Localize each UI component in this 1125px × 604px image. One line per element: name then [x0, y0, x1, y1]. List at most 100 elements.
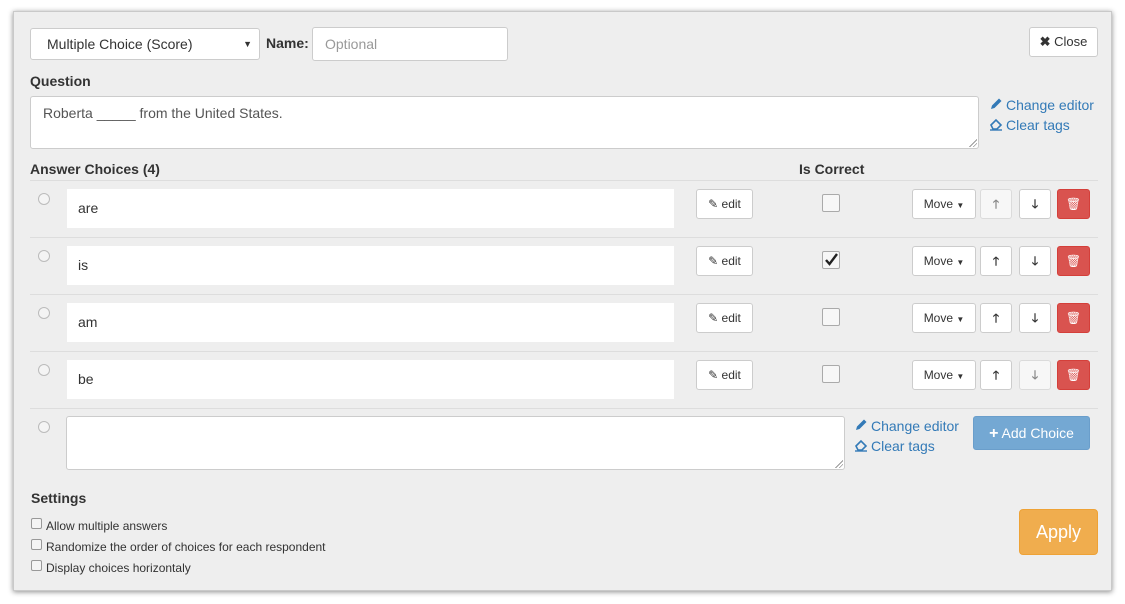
close-button-label: Close [1054, 34, 1088, 49]
edit-button-label: edit [721, 368, 741, 382]
add-choice-button[interactable]: + Add Choice [973, 416, 1090, 450]
resize-handle-icon[interactable] [969, 139, 977, 147]
new-choice-text-area[interactable] [66, 416, 845, 470]
edit-button[interactable]: ✎ edit [696, 189, 753, 219]
pencil-icon: ✎ [708, 254, 719, 268]
trash-icon: 🗑 [1065, 197, 1082, 211]
is-correct-checkbox[interactable] [822, 194, 840, 212]
question-label: Question [30, 73, 91, 89]
move-button[interactable]: Move ▼ [912, 189, 976, 219]
caret-down-icon: ▼ [956, 201, 965, 210]
close-icon: ✖ [1039, 34, 1051, 49]
move-button-label: Move [923, 197, 954, 211]
arrow-down-icon: 🡓 [1031, 197, 1039, 211]
edit-button[interactable]: ✎ edit [696, 303, 753, 333]
pencil-icon [991, 98, 1002, 109]
display-horizontal-checkbox[interactable] [31, 560, 42, 571]
randomize-order-label: Randomize the order of choices for each … [46, 540, 326, 554]
caret-down-icon: ▼ [956, 372, 965, 381]
is-correct-checkbox[interactable] [822, 308, 840, 326]
eraser-icon [855, 439, 868, 452]
divider [30, 351, 1098, 352]
question-text: Roberta _____ from the United States. [43, 105, 283, 121]
divider [30, 294, 1098, 295]
pencil-icon [856, 419, 867, 430]
edit-button[interactable]: ✎ edit [696, 360, 753, 390]
choice-text-field[interactable]: are [67, 189, 674, 228]
is-correct-header: Is Correct [799, 161, 865, 177]
arrow-up-icon: 🡑 [992, 368, 1000, 382]
display-horizontal-label: Display choices horizontaly [46, 561, 191, 575]
choice-text-field[interactable]: be [67, 360, 674, 399]
pencil-icon: ✎ [708, 368, 719, 382]
trash-icon: 🗑 [1065, 368, 1082, 382]
change-editor-label: Change editor [871, 418, 959, 434]
question-text-area[interactable]: Roberta _____ from the United States. [30, 96, 979, 149]
move-up-button[interactable]: 🡑 [980, 189, 1012, 219]
trash-icon: 🗑 [1065, 254, 1082, 268]
move-up-button[interactable]: 🡑 [980, 360, 1012, 390]
allow-multiple-label: Allow multiple answers [46, 519, 168, 533]
delete-button[interactable]: 🗑 [1057, 189, 1090, 219]
question-editor-panel: Multiple Choice (Score) ▼ Name: Optional… [13, 11, 1112, 591]
trash-icon: 🗑 [1065, 311, 1082, 325]
move-button[interactable]: Move ▼ [912, 360, 976, 390]
new-choice-radio[interactable] [38, 421, 50, 433]
move-button-label: Move [923, 311, 954, 325]
choice-radio[interactable] [38, 193, 50, 205]
move-button-label: Move [923, 254, 954, 268]
is-correct-checkbox[interactable] [822, 251, 840, 269]
move-button[interactable]: Move ▼ [912, 246, 976, 276]
add-choice-label: Add Choice [1001, 425, 1074, 441]
new-choice-change-editor-link[interactable]: Change editor [854, 418, 959, 434]
move-button[interactable]: Move ▼ [912, 303, 976, 333]
choice-text-field[interactable]: is [67, 246, 674, 285]
arrow-down-icon: 🡓 [1031, 254, 1039, 268]
move-up-button[interactable]: 🡑 [980, 303, 1012, 333]
plus-icon: + [989, 425, 999, 442]
delete-button[interactable]: 🗑 [1057, 303, 1090, 333]
choice-radio[interactable] [38, 307, 50, 319]
edit-button-label: edit [721, 197, 741, 211]
move-down-button[interactable]: 🡓 [1019, 189, 1051, 219]
answer-choices-header: Answer Choices (4) [30, 161, 160, 177]
pencil-icon: ✎ [708, 311, 719, 325]
choice-text-field[interactable]: am [67, 303, 674, 342]
divider [30, 408, 1098, 409]
allow-multiple-checkbox[interactable] [31, 518, 42, 529]
clear-tags-label: Clear tags [1006, 117, 1070, 133]
chevron-down-icon: ▼ [243, 39, 252, 49]
delete-button[interactable]: 🗑 [1057, 246, 1090, 276]
arrow-down-icon: 🡓 [1031, 368, 1039, 382]
delete-button[interactable]: 🗑 [1057, 360, 1090, 390]
edit-button[interactable]: ✎ edit [696, 246, 753, 276]
move-down-button[interactable]: 🡓 [1019, 303, 1051, 333]
move-button-label: Move [923, 368, 954, 382]
caret-down-icon: ▼ [956, 315, 965, 324]
resize-handle-icon[interactable] [835, 460, 843, 468]
randomize-order-checkbox[interactable] [31, 539, 42, 550]
move-down-button[interactable]: 🡓 [1019, 246, 1051, 276]
clear-tags-link[interactable]: Clear tags [989, 117, 1070, 133]
new-choice-clear-tags-link[interactable]: Clear tags [854, 438, 935, 454]
caret-down-icon: ▼ [956, 258, 965, 267]
move-up-button[interactable]: 🡑 [980, 246, 1012, 276]
choice-radio[interactable] [38, 250, 50, 262]
is-correct-checkbox[interactable] [822, 365, 840, 383]
name-label: Name: [266, 35, 309, 51]
move-down-button[interactable]: 🡓 [1019, 360, 1051, 390]
question-type-select[interactable]: Multiple Choice (Score) ▼ [30, 28, 260, 60]
close-button[interactable]: ✖ Close [1029, 27, 1098, 57]
apply-button[interactable]: Apply [1019, 509, 1098, 555]
edit-button-label: edit [721, 254, 741, 268]
arrow-up-icon: 🡑 [992, 197, 1000, 211]
arrow-up-icon: 🡑 [992, 311, 1000, 325]
change-editor-label: Change editor [1006, 97, 1094, 113]
arrow-down-icon: 🡓 [1031, 311, 1039, 325]
checkmark-icon [825, 253, 838, 266]
name-input[interactable]: Optional [312, 27, 508, 61]
change-editor-link[interactable]: Change editor [989, 97, 1094, 113]
choice-radio[interactable] [38, 364, 50, 376]
question-type-value: Multiple Choice (Score) [47, 36, 193, 52]
divider [30, 180, 1098, 181]
